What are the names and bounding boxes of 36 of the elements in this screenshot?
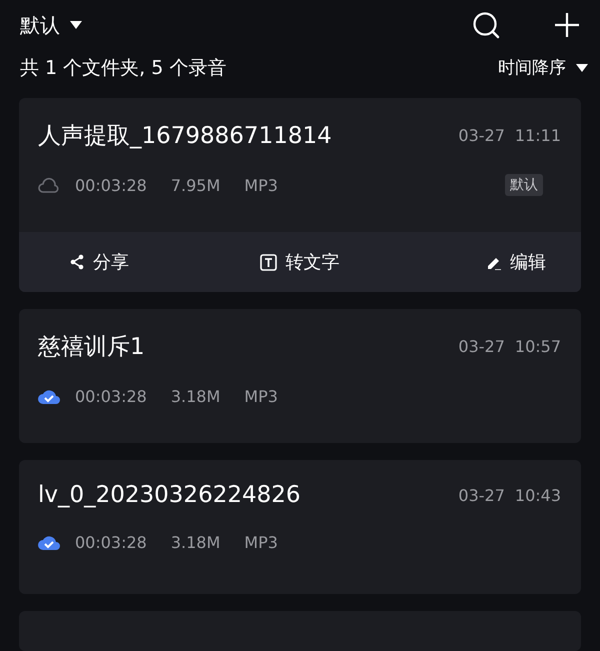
recording-card[interactable]: lv_0_20230326224826 03-27 10:43 00:03:28 3.18M MP3 xyxy=(19,460,581,594)
search-button[interactable] xyxy=(472,11,500,40)
action-button[interactable]: 分享 xyxy=(69,250,129,274)
duration-text: 00:03:28 xyxy=(75,176,147,194)
sort-dropdown[interactable]: 时间降序 xyxy=(498,56,588,80)
share-icon xyxy=(69,254,85,270)
recording-card[interactable]: 慈禧训斥1 03-27 10:57 00:03:28 3.18M MP3 xyxy=(19,309,581,443)
recording-time: 11:11 xyxy=(514,126,561,145)
action-button[interactable]: 编辑 xyxy=(486,250,546,274)
add-button[interactable] xyxy=(554,12,580,38)
format-text: MP3 xyxy=(244,176,278,194)
recording-card[interactable]: 人声提取_1679886711814 03-27 11:11 00:03:28 7.95M MP3 默认 分享 转文字 编辑 xyxy=(19,98,581,292)
summary-text: 共 1 个文件夹, 5 个录音 xyxy=(20,56,226,81)
folder-selector[interactable]: 默认 xyxy=(20,12,60,39)
recording-title: 慈禧训斥1 xyxy=(38,333,145,362)
recording-date: 03-27 xyxy=(458,486,505,504)
recording-time: 10:57 xyxy=(514,337,561,356)
size-text: 3.18M xyxy=(170,386,220,406)
format-text: MP3 xyxy=(244,386,278,406)
recording-time: 10:43 xyxy=(514,486,561,504)
size-text: 7.95M xyxy=(170,176,220,194)
duration-text: 00:03:28 xyxy=(75,386,147,406)
tag-label: 默认 xyxy=(505,174,543,196)
caret-icon xyxy=(70,21,82,30)
action-button[interactable]: 转文字 xyxy=(260,250,340,274)
plus-icon xyxy=(554,12,580,38)
format-text: MP3 xyxy=(244,532,278,552)
recording-date: 03-27 xyxy=(458,337,505,356)
search-icon xyxy=(472,11,500,40)
size-text: 3.18M xyxy=(170,532,220,552)
text-icon xyxy=(260,254,278,270)
caret-icon xyxy=(576,64,588,72)
recording-title: lv_0_20230326224826 xyxy=(38,482,301,508)
recording-title: 人声提取_1679886711814 xyxy=(38,122,332,151)
recording-date: 03-27 xyxy=(458,126,505,145)
duration-text: 00:03:28 xyxy=(75,532,147,552)
